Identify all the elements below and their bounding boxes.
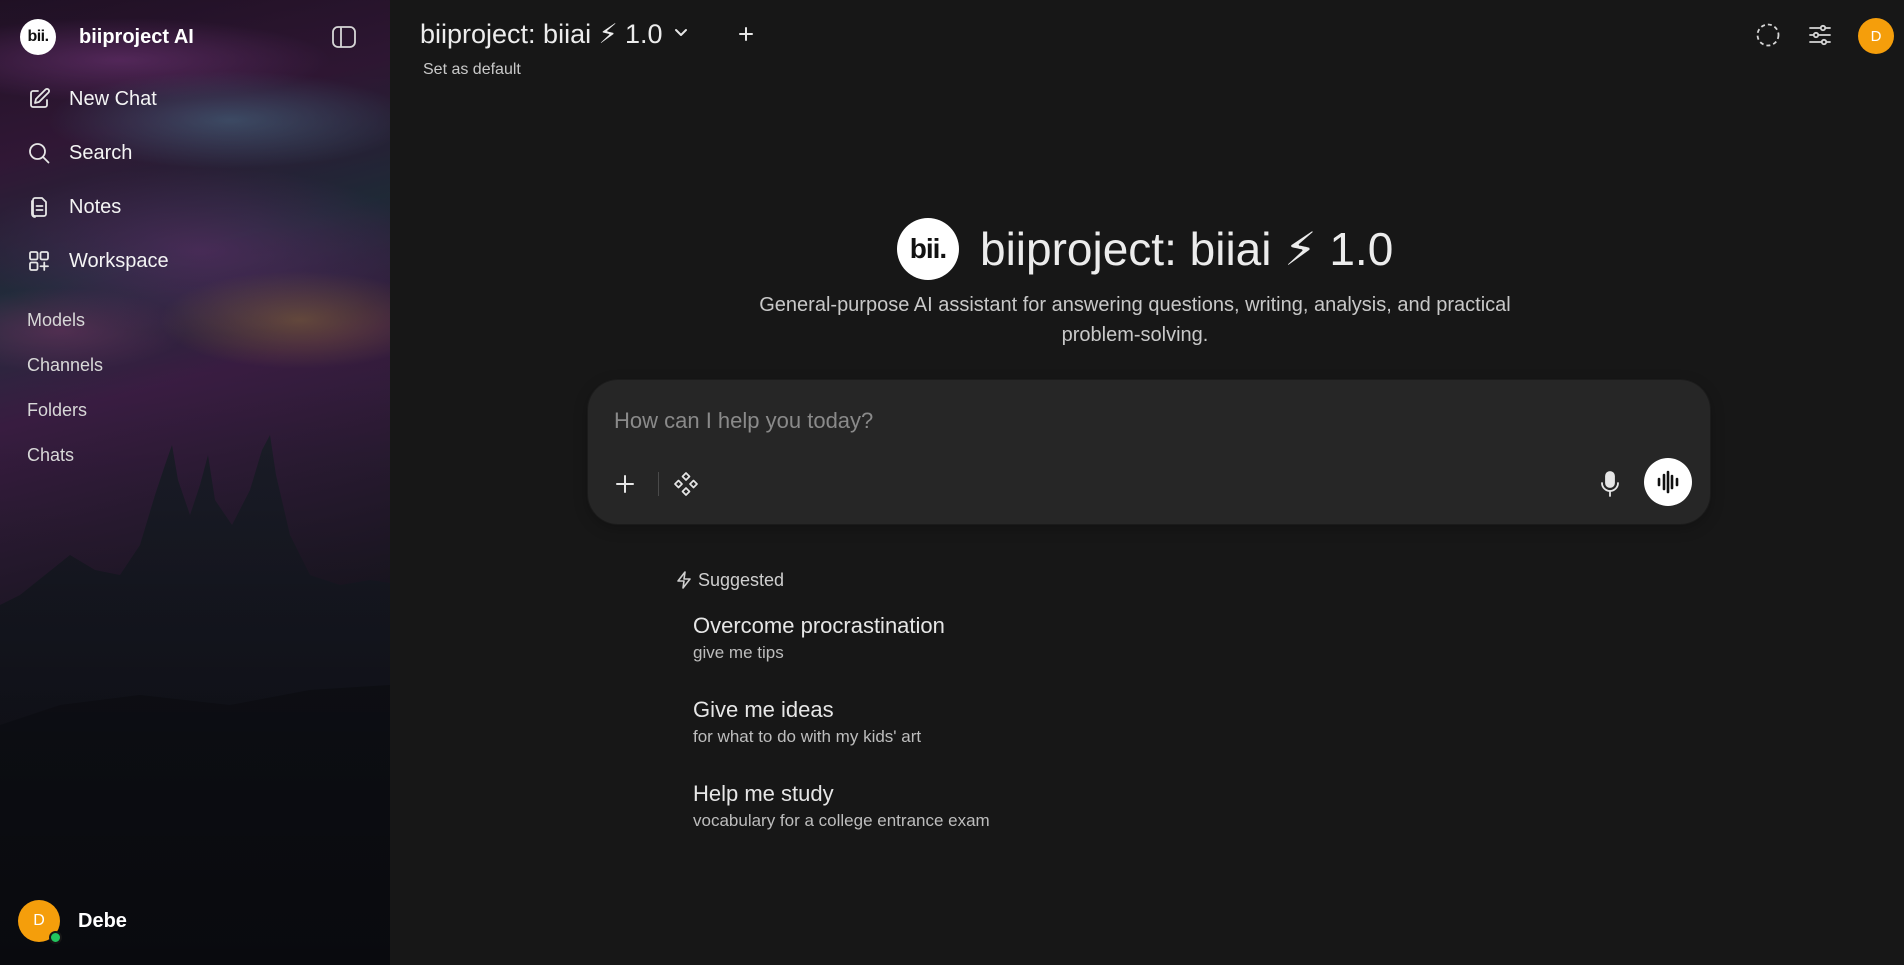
- user-name: Debe: [78, 909, 127, 932]
- suggestion-subtitle: vocabulary for a college entrance exam: [693, 811, 990, 830]
- suggested-header: Suggested: [676, 569, 784, 591]
- suggestion-item[interactable]: Help me study vocabulary for a college e…: [693, 780, 1093, 832]
- brand[interactable]: bii. biiproject AI: [20, 19, 194, 55]
- audio-waveform-icon: [1657, 470, 1679, 494]
- set-as-default-link[interactable]: Set as default: [423, 61, 521, 79]
- sidebar-toggle-button[interactable]: [329, 23, 359, 51]
- sidebar-item-label: Notes: [69, 195, 122, 218]
- workspace-icon: [26, 248, 52, 274]
- sidebar-item-label: New Chat: [69, 87, 157, 110]
- model-description: General-purpose AI assistant for answeri…: [759, 294, 1511, 346]
- controls-button[interactable]: [1803, 18, 1837, 52]
- notes-icon: [26, 194, 52, 220]
- suggestion-title: Help me study: [693, 781, 834, 806]
- model-name: biiproject: biiai ⚡ 1.0: [420, 18, 663, 49]
- model-title: biiproject: biiai ⚡ 1.0: [980, 223, 1394, 275]
- sidebar-toggle-icon: [332, 26, 356, 48]
- sidebar-item-notes[interactable]: Notes: [26, 187, 121, 227]
- microphone-icon: [1601, 471, 1619, 497]
- sidebar-section-models[interactable]: Models: [27, 310, 85, 331]
- suggestion-subtitle: for what to do with my kids' art: [693, 727, 922, 746]
- sidebar-section-folders[interactable]: Folders: [27, 400, 87, 421]
- suggested-label: Suggested: [698, 569, 785, 590]
- sidebar-item-new-chat[interactable]: New Chat: [26, 79, 157, 119]
- suggestion-subtitle: give me tips: [693, 643, 784, 662]
- chevron-down-icon: [673, 24, 689, 45]
- user-avatar-button[interactable]: D: [1858, 18, 1894, 54]
- plus-icon: [616, 475, 634, 493]
- add-model-button[interactable]: [732, 20, 760, 48]
- plus-icon: [739, 27, 753, 41]
- model-selector[interactable]: biiproject: biiai ⚡ 1.0: [420, 14, 689, 54]
- sidebar: bii. biiproject AI New Chat Search Notes…: [0, 0, 390, 965]
- search-icon: [26, 140, 52, 166]
- sliders-icon: [1809, 24, 1831, 46]
- avatar: D: [18, 900, 62, 944]
- dashed-circle-icon: [1756, 23, 1780, 47]
- dictate-button[interactable]: [1593, 467, 1627, 501]
- main-area: biiproject: biiai ⚡ 1.0 Set as default D…: [390, 0, 1904, 965]
- suggestion-title: Give me ideas: [693, 697, 834, 722]
- user-menu[interactable]: D Debe: [18, 900, 127, 944]
- integrations-button[interactable]: [669, 467, 703, 501]
- online-status-dot: [49, 931, 62, 944]
- composer-divider: [658, 472, 659, 496]
- sidebar-item-workspace[interactable]: Workspace: [26, 241, 169, 281]
- sidebar-item-label: Search: [69, 141, 133, 164]
- sidebar-section-channels[interactable]: Channels: [27, 355, 103, 376]
- sidebar-item-label: Workspace: [69, 249, 169, 272]
- avatar-initial: D: [33, 912, 45, 929]
- suggestion-item[interactable]: Overcome procrastination give me tips: [693, 612, 1093, 664]
- suggestion-item[interactable]: Give me ideas for what to do with my kid…: [693, 696, 1093, 748]
- bolt-icon: [677, 571, 691, 589]
- voice-mode-button[interactable]: [1644, 458, 1692, 506]
- model-logo: bii.: [897, 218, 959, 280]
- attach-button[interactable]: [608, 467, 642, 501]
- chat-composer: [588, 380, 1710, 524]
- sidebar-item-search[interactable]: Search: [26, 133, 132, 173]
- suggestion-title: Overcome procrastination: [693, 613, 945, 638]
- brand-name: biiproject AI: [79, 25, 194, 48]
- model-hero: bii. biiproject: biiai ⚡ 1.0: [897, 218, 1393, 280]
- integrations-icon: [674, 472, 698, 496]
- temporary-chat-button[interactable]: [1751, 18, 1785, 52]
- brand-logo: bii.: [20, 19, 56, 55]
- chat-input[interactable]: [614, 406, 1674, 436]
- pencil-square-icon: [26, 86, 52, 112]
- sidebar-section-chats[interactable]: Chats: [27, 445, 74, 466]
